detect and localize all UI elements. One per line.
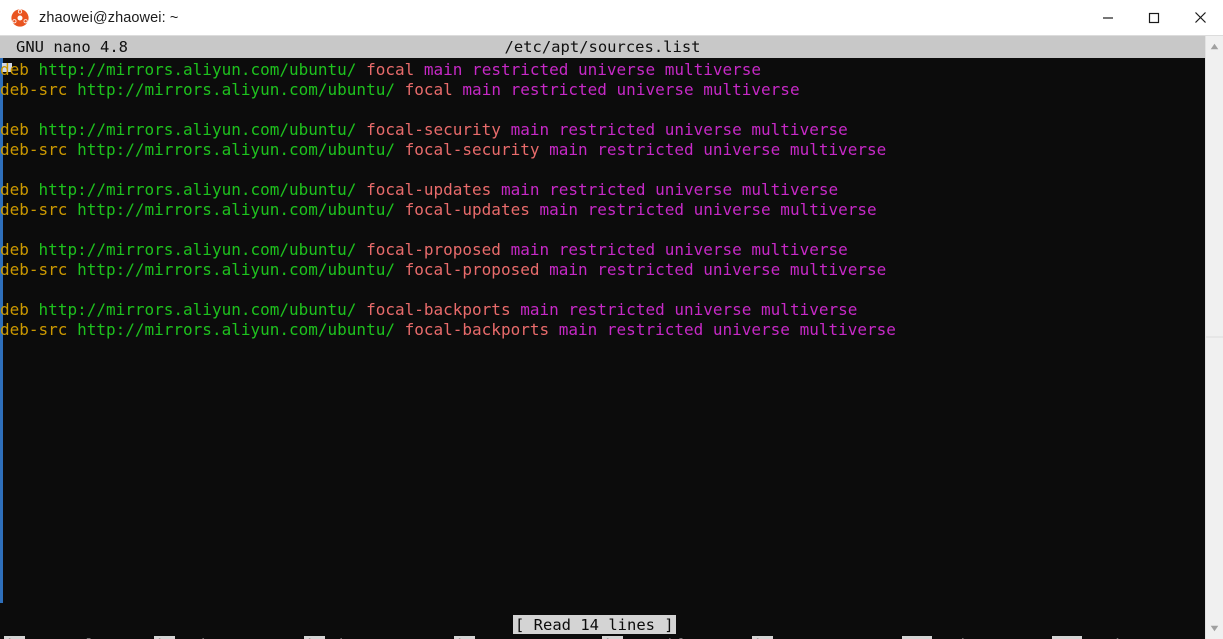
editor-blank-line: [0, 160, 10, 180]
scroll-up-button[interactable]: [1206, 38, 1223, 55]
line-components: main restricted universe multiverse: [549, 140, 887, 159]
line-keyword: deb-src: [0, 260, 68, 279]
line-keyword: deb: [0, 120, 29, 139]
line-keyword: deb-src: [0, 320, 68, 339]
nano-filename: /etc/apt/sources.list: [504, 38, 701, 56]
line-url: http://mirrors.aliyun.com/ubuntu/: [77, 200, 395, 219]
window-titlebar: zhaowei@zhaowei: ~: [0, 0, 1223, 36]
editor-blank-line: [0, 220, 10, 240]
editor-line: deb http://mirrors.aliyun.com/ubuntu/ fo…: [0, 120, 848, 140]
line-distribution: focal-proposed: [404, 260, 540, 279]
line-keyword: deb: [0, 180, 29, 199]
line-components: main restricted universe multiverse: [462, 80, 800, 99]
editor-line: deb http://mirrors.aliyun.com/ubuntu/ fo…: [0, 180, 838, 200]
scrollbar-tick: [1206, 336, 1223, 338]
line-distribution: focal-security: [404, 140, 540, 159]
editor-line: deb http://mirrors.aliyun.com/ubuntu/ fo…: [0, 60, 761, 80]
line-url: http://mirrors.aliyun.com/ubuntu/: [38, 300, 357, 319]
line-components: main restricted universe multiverse: [539, 200, 877, 219]
line-components: main restricted universe multiverse: [423, 60, 762, 79]
line-components: main restricted universe multiverse: [558, 320, 896, 339]
line-distribution: focal-backports: [404, 320, 550, 339]
line-url: http://mirrors.aliyun.com/ubuntu/: [77, 320, 395, 339]
line-keyword: deb: [0, 240, 29, 259]
line-distribution: focal: [366, 60, 415, 79]
editor-line: deb-src http://mirrors.aliyun.com/ubuntu…: [0, 80, 800, 100]
vertical-scrollbar[interactable]: [1205, 36, 1223, 639]
scroll-up-icon: [1210, 43, 1219, 50]
line-keyword: deb: [0, 60, 29, 79]
editor-line: deb http://mirrors.aliyun.com/ubuntu/ fo…: [0, 240, 848, 260]
editor-line: deb-src http://mirrors.aliyun.com/ubuntu…: [0, 140, 886, 160]
nano-titlebar: GNU nano 4.8 /etc/apt/sources.list: [0, 36, 1205, 58]
line-url: http://mirrors.aliyun.com/ubuntu/: [38, 120, 357, 139]
maximize-button[interactable]: [1131, 0, 1177, 35]
line-components: main restricted universe multiverse: [510, 240, 848, 259]
scroll-down-button[interactable]: [1206, 620, 1223, 637]
line-url: http://mirrors.aliyun.com/ubuntu/: [38, 180, 357, 199]
line-url: http://mirrors.aliyun.com/ubuntu/: [77, 260, 395, 279]
line-distribution: focal-backports: [366, 300, 511, 319]
scroll-down-icon: [1210, 625, 1219, 632]
scrollbar-thumb[interactable]: [1207, 56, 1222, 61]
line-components: main restricted universe multiverse: [520, 300, 858, 319]
close-icon: [1194, 12, 1206, 23]
line-url: http://mirrors.aliyun.com/ubuntu/: [77, 140, 395, 159]
line-keyword: deb-src: [0, 200, 68, 219]
status-message: [ Read 14 lines ]: [512, 614, 677, 635]
terminal-window: zhaowei@zhaowei: ~ GNU nano 4.8 /etc/apt…: [0, 0, 1223, 639]
editor-line: deb http://mirrors.aliyun.com/ubuntu/ fo…: [0, 300, 857, 320]
line-distribution: focal-proposed: [366, 240, 501, 259]
editor-line: deb-src http://mirrors.aliyun.com/ubuntu…: [0, 260, 886, 280]
window-title: zhaowei@zhaowei: ~: [39, 9, 179, 26]
editor-line: deb-src http://mirrors.aliyun.com/ubuntu…: [0, 320, 896, 340]
line-distribution: focal: [404, 80, 453, 99]
editor-line: deb-src http://mirrors.aliyun.com/ubuntu…: [0, 200, 877, 220]
line-components: main restricted universe multiverse: [549, 260, 887, 279]
line-distribution: focal-security: [366, 120, 501, 139]
line-url: http://mirrors.aliyun.com/ubuntu/: [38, 240, 357, 259]
terminal-content[interactable]: GNU nano 4.8 /etc/apt/sources.list deb h…: [0, 36, 1223, 639]
minimize-icon: [1103, 16, 1113, 19]
nano-text-area[interactable]: deb http://mirrors.aliyun.com/ubuntu/ fo…: [0, 60, 1195, 590]
maximize-icon: [1148, 12, 1160, 23]
line-url: http://mirrors.aliyun.com/ubuntu/: [38, 60, 357, 79]
line-components: main restricted universe multiverse: [500, 180, 839, 199]
editor-blank-line: [0, 280, 10, 300]
line-keyword: deb-src: [0, 140, 68, 159]
close-button[interactable]: [1177, 0, 1223, 35]
line-keyword: deb: [0, 300, 29, 319]
line-url: http://mirrors.aliyun.com/ubuntu/: [77, 80, 395, 99]
line-components: main restricted universe multiverse: [510, 120, 848, 139]
editor-blank-line: [0, 100, 10, 120]
line-keyword: deb-src: [0, 80, 68, 99]
ubuntu-logo-icon: [11, 8, 29, 27]
minimize-button[interactable]: [1085, 0, 1131, 35]
line-distribution: focal-updates: [404, 200, 530, 219]
line-distribution: focal-updates: [366, 180, 492, 199]
